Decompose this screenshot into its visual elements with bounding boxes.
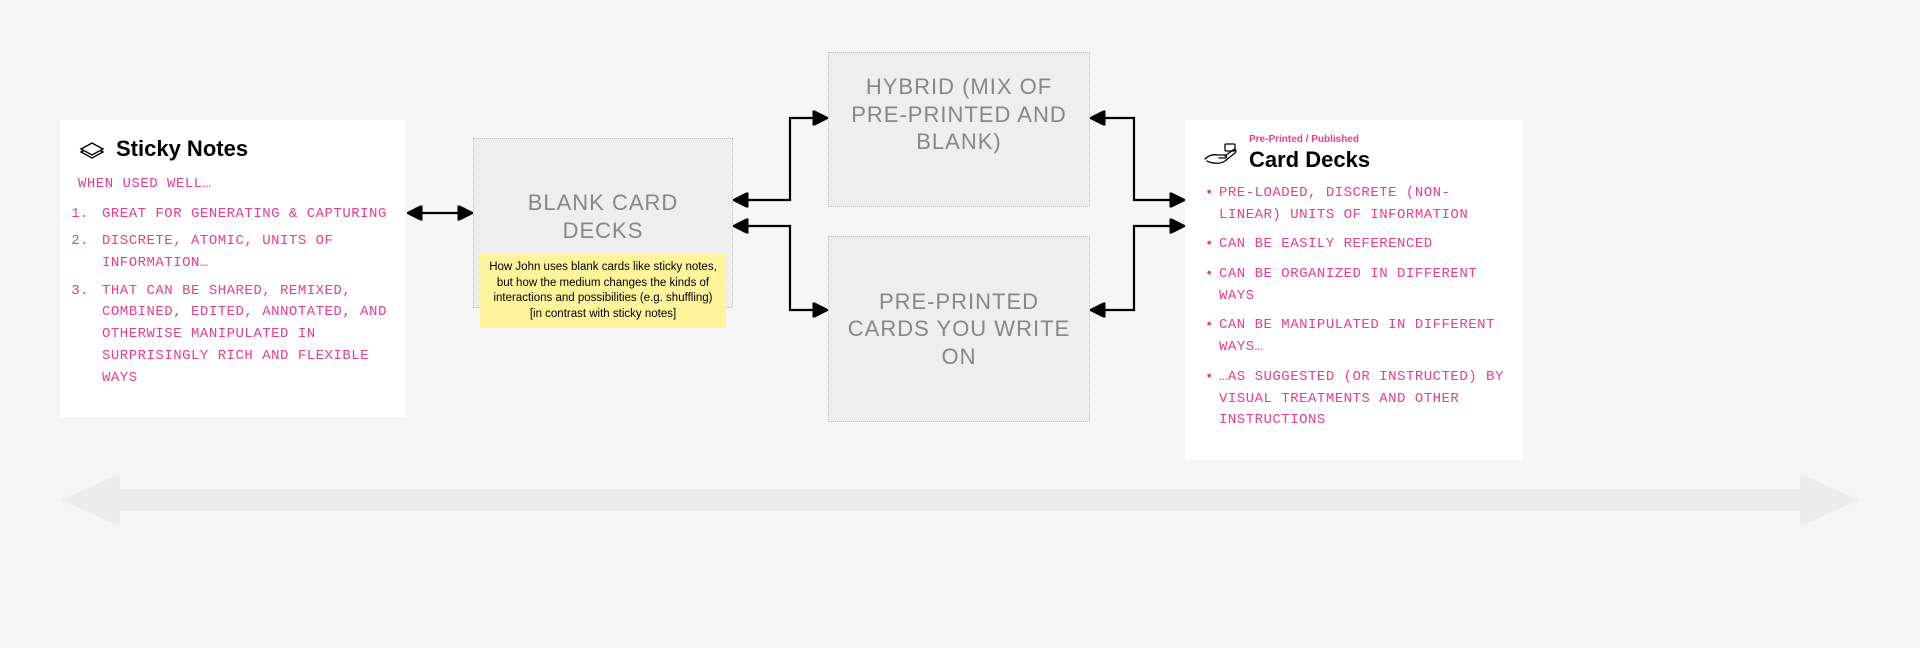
connectors bbox=[0, 0, 1920, 648]
spectrum-double-arrow-icon bbox=[60, 470, 1860, 530]
